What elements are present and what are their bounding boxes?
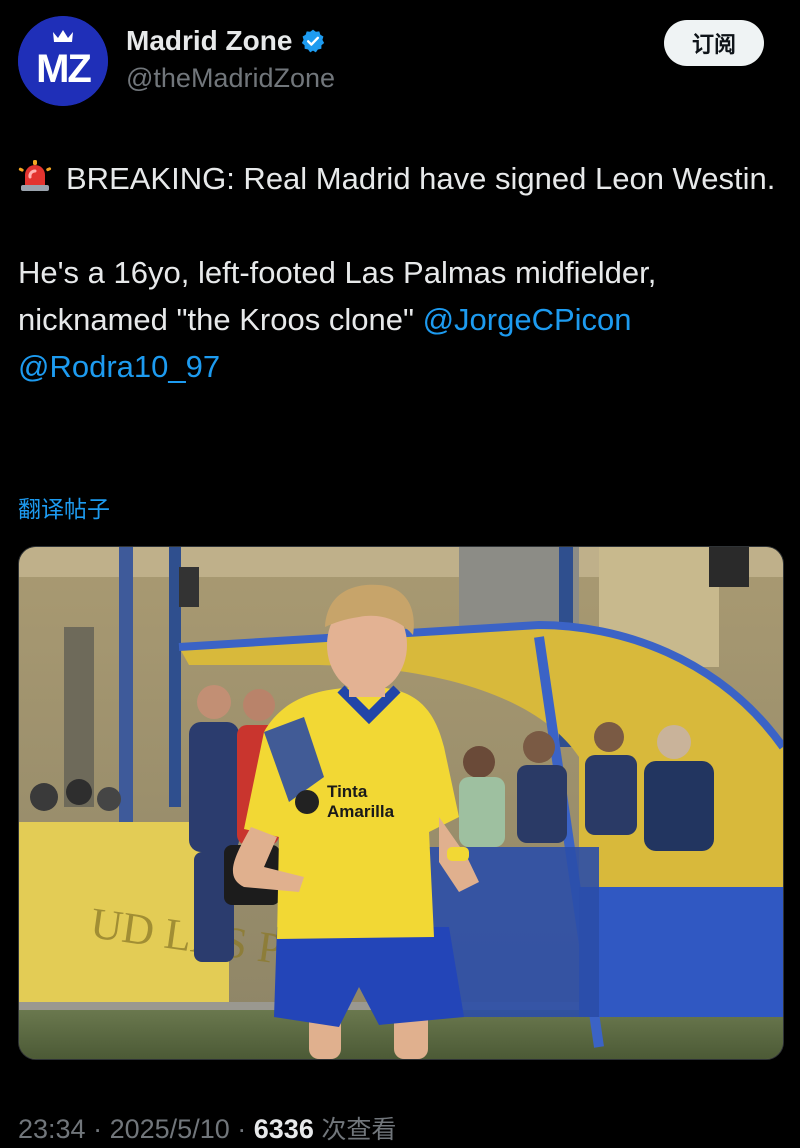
mention-link-rodra10-97[interactable]: @Rodra10_97 <box>18 349 220 384</box>
subscribe-button[interactable]: 订阅 <box>664 20 764 66</box>
tweet-body: BREAKING: Real Madrid have signed Leon W… <box>18 155 778 390</box>
sponsor-line-2: Amarilla <box>327 802 395 821</box>
views-count: 6336 <box>253 1114 314 1144</box>
tweet-paragraph-2: He's a 16yo, left-footed Las Palmas midf… <box>18 249 778 390</box>
photo-illustration: UD LAS PA <box>19 547 783 1059</box>
tweet-paragraph-1: BREAKING: Real Madrid have signed Leon W… <box>18 155 778 202</box>
tweet-headline: BREAKING: Real Madrid have signed Leon W… <box>66 161 776 196</box>
sponsor-line-1: Tinta <box>327 782 368 801</box>
tweet-date[interactable]: 2025/5/10 <box>110 1114 230 1144</box>
avatar-text: MZ <box>36 47 91 91</box>
rotating-light-icon <box>18 159 52 193</box>
mention-link-jorgecpicon[interactable]: @JorgeCPicon <box>423 302 632 337</box>
tweet-header: MZ Madrid Zone @theMadridZone 订阅 <box>18 14 782 106</box>
meta-separator-1: · <box>93 1114 103 1144</box>
avatar[interactable]: MZ <box>18 16 108 106</box>
tweet-page: MZ Madrid Zone @theMadridZone 订阅 BREAKIN… <box>0 0 800 1148</box>
author-handle: @theMadridZone <box>126 63 336 93</box>
translate-post-link[interactable]: 翻译帖子 <box>18 490 110 524</box>
tweet-photo[interactable]: UD LAS PA <box>18 546 784 1060</box>
author-info[interactable]: Madrid Zone @theMadridZone <box>126 24 335 96</box>
views-label: 次查看 <box>321 1115 397 1144</box>
tweet-time[interactable]: 23:34 <box>18 1114 86 1144</box>
verified-badge-icon <box>300 28 326 54</box>
display-name-row: Madrid Zone <box>126 24 326 58</box>
tweet-meta: 23:34 · 2025/5/10 · 6336 次查看 <box>18 1110 396 1146</box>
meta-separator-2: · <box>237 1114 247 1144</box>
display-name: Madrid Zone <box>126 25 293 56</box>
